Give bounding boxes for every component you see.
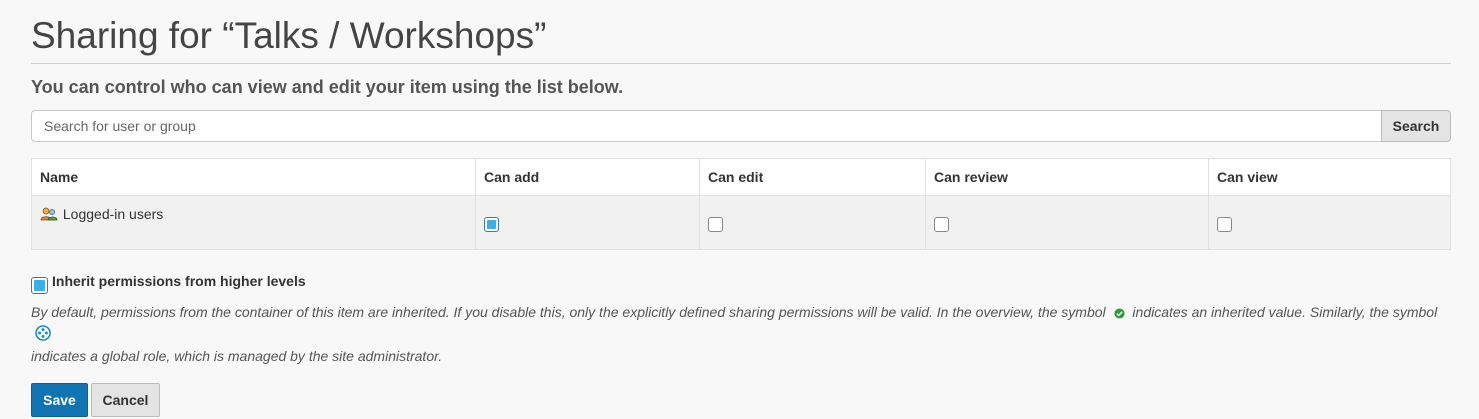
row-can-add-cell <box>475 195 700 250</box>
row-can-view-cell <box>1208 195 1451 250</box>
permissions-table: Name Can add Can edit Can review Can vie… <box>31 158 1451 250</box>
row-name-cell: Logged-in users <box>31 195 476 250</box>
column-header-can-add: Can add <box>475 158 700 196</box>
global-role-icon <box>35 325 51 346</box>
inherit-help-text: By default, permissions from the contain… <box>31 302 1451 366</box>
search-input[interactable] <box>31 110 1381 142</box>
can-add-checkbox[interactable] <box>484 217 499 232</box>
column-header-can-edit: Can edit <box>699 158 926 196</box>
form-actions: Save Cancel <box>31 383 1451 417</box>
can-review-checkbox[interactable] <box>934 217 949 232</box>
intro-text: You can control who can view and edit yo… <box>31 77 624 97</box>
inherit-checkbox[interactable] <box>31 277 48 294</box>
can-edit-checkbox[interactable] <box>708 217 723 232</box>
search-button[interactable]: Search <box>1381 110 1451 142</box>
row-name-label: Logged-in users <box>62 206 164 222</box>
cancel-button[interactable]: Cancel <box>91 383 160 417</box>
help-text-part1: By default, permissions from the contain… <box>31 304 1106 320</box>
inherit-row: Inherit permissions from higher levels <box>31 273 1451 294</box>
save-button[interactable]: Save <box>31 383 88 417</box>
search-row: Search <box>31 110 1451 142</box>
column-header-can-view: Can view <box>1208 158 1451 196</box>
help-text-part3: indicates a global role, which is manage… <box>31 348 443 364</box>
users-icon <box>40 207 58 221</box>
sharing-page: Sharing for “Talks / Workshops” You can … <box>0 0 1479 417</box>
column-header-can-review: Can review <box>925 158 1209 196</box>
row-can-review-cell <box>925 195 1209 250</box>
page-title: Sharing for “Talks / Workshops” <box>31 0 1451 64</box>
help-text-part2: indicates an inherited value. Similarly,… <box>1132 304 1438 320</box>
check-circle-icon <box>1113 304 1125 324</box>
table-header-row: Name Can add Can edit Can review Can vie… <box>31 158 1451 196</box>
row-can-edit-cell <box>699 195 926 250</box>
column-header-name: Name <box>31 158 476 196</box>
can-view-checkbox[interactable] <box>1217 217 1232 232</box>
inherit-label[interactable]: Inherit permissions from higher levels <box>52 273 306 289</box>
table-row: Logged-in users <box>31 195 1451 250</box>
